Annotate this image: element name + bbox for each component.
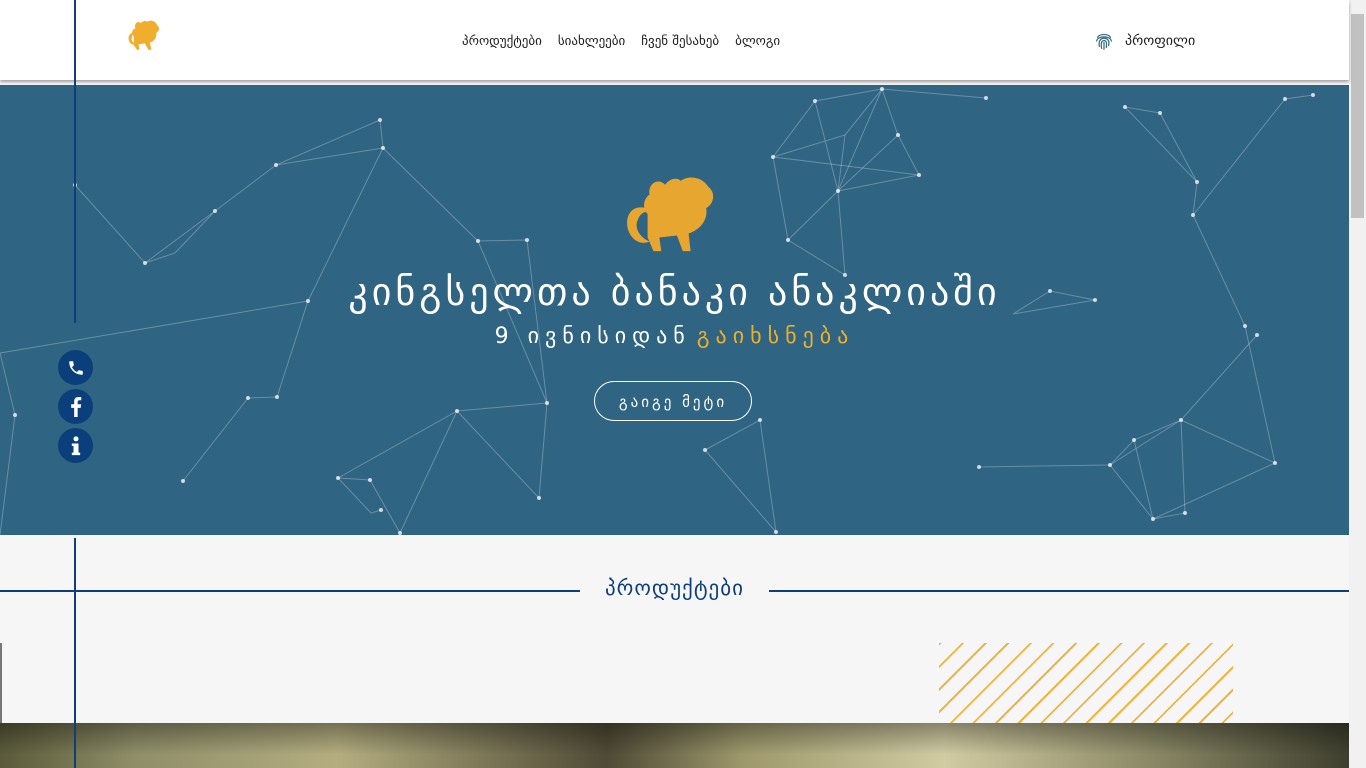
- product-card-edge: [0, 643, 2, 723]
- lion-logo-icon[interactable]: [125, 17, 165, 53]
- lion-emblem-icon: [627, 177, 714, 252]
- phone-button[interactable]: [58, 350, 93, 385]
- section-divider-left: [0, 590, 580, 592]
- info-icon: [71, 435, 80, 455]
- profile-label: პროფილი: [1125, 33, 1196, 49]
- section-divider-right: [769, 590, 1349, 592]
- decorative-vertical-line: [74, 538, 76, 768]
- striped-decoration: [939, 643, 1233, 723]
- hero-subtitle-accent: გაიხსნება: [696, 324, 855, 349]
- nav-item-about[interactable]: ჩვენ შესახებ: [641, 34, 719, 49]
- section-title-products: პროდუქტები: [605, 576, 744, 600]
- nav-item-blog[interactable]: ბლოგი: [735, 34, 780, 49]
- learn-more-button[interactable]: გაიგე მეტი: [594, 381, 752, 421]
- hero-subtitle-date: 9 ივნისიდან: [494, 324, 691, 349]
- site-header: პროდუქტები სიახლეები ჩვენ შესახებ ბლოგი …: [0, 0, 1349, 80]
- nav-item-news[interactable]: სიახლეები: [558, 34, 625, 49]
- profile-link[interactable]: პროფილი: [1093, 29, 1195, 53]
- hero-title: კინგსელთა ბანაკი ანაკლიაში: [348, 270, 1001, 314]
- scrollbar-thumb[interactable]: [1351, 14, 1364, 218]
- nav-item-products[interactable]: პროდუქტები: [462, 34, 542, 49]
- hero-banner: კინგსელთა ბანაკი ანაკლიაში 9 ივნისიდან გა…: [0, 85, 1349, 535]
- hero-subtitle: 9 ივნისიდან გაიხსნება: [0, 324, 1349, 349]
- facebook-button[interactable]: [58, 389, 93, 424]
- main-nav: პროდუქტები სიახლეები ჩვენ შესახებ ბლოგი: [462, 34, 780, 49]
- product-photo-shade: [0, 723, 1349, 768]
- facebook-icon: [70, 396, 81, 417]
- phone-icon: [68, 360, 83, 375]
- info-button[interactable]: [58, 428, 93, 463]
- fingerprint-icon: [1096, 33, 1112, 50]
- decorative-vertical-line: [74, 0, 76, 323]
